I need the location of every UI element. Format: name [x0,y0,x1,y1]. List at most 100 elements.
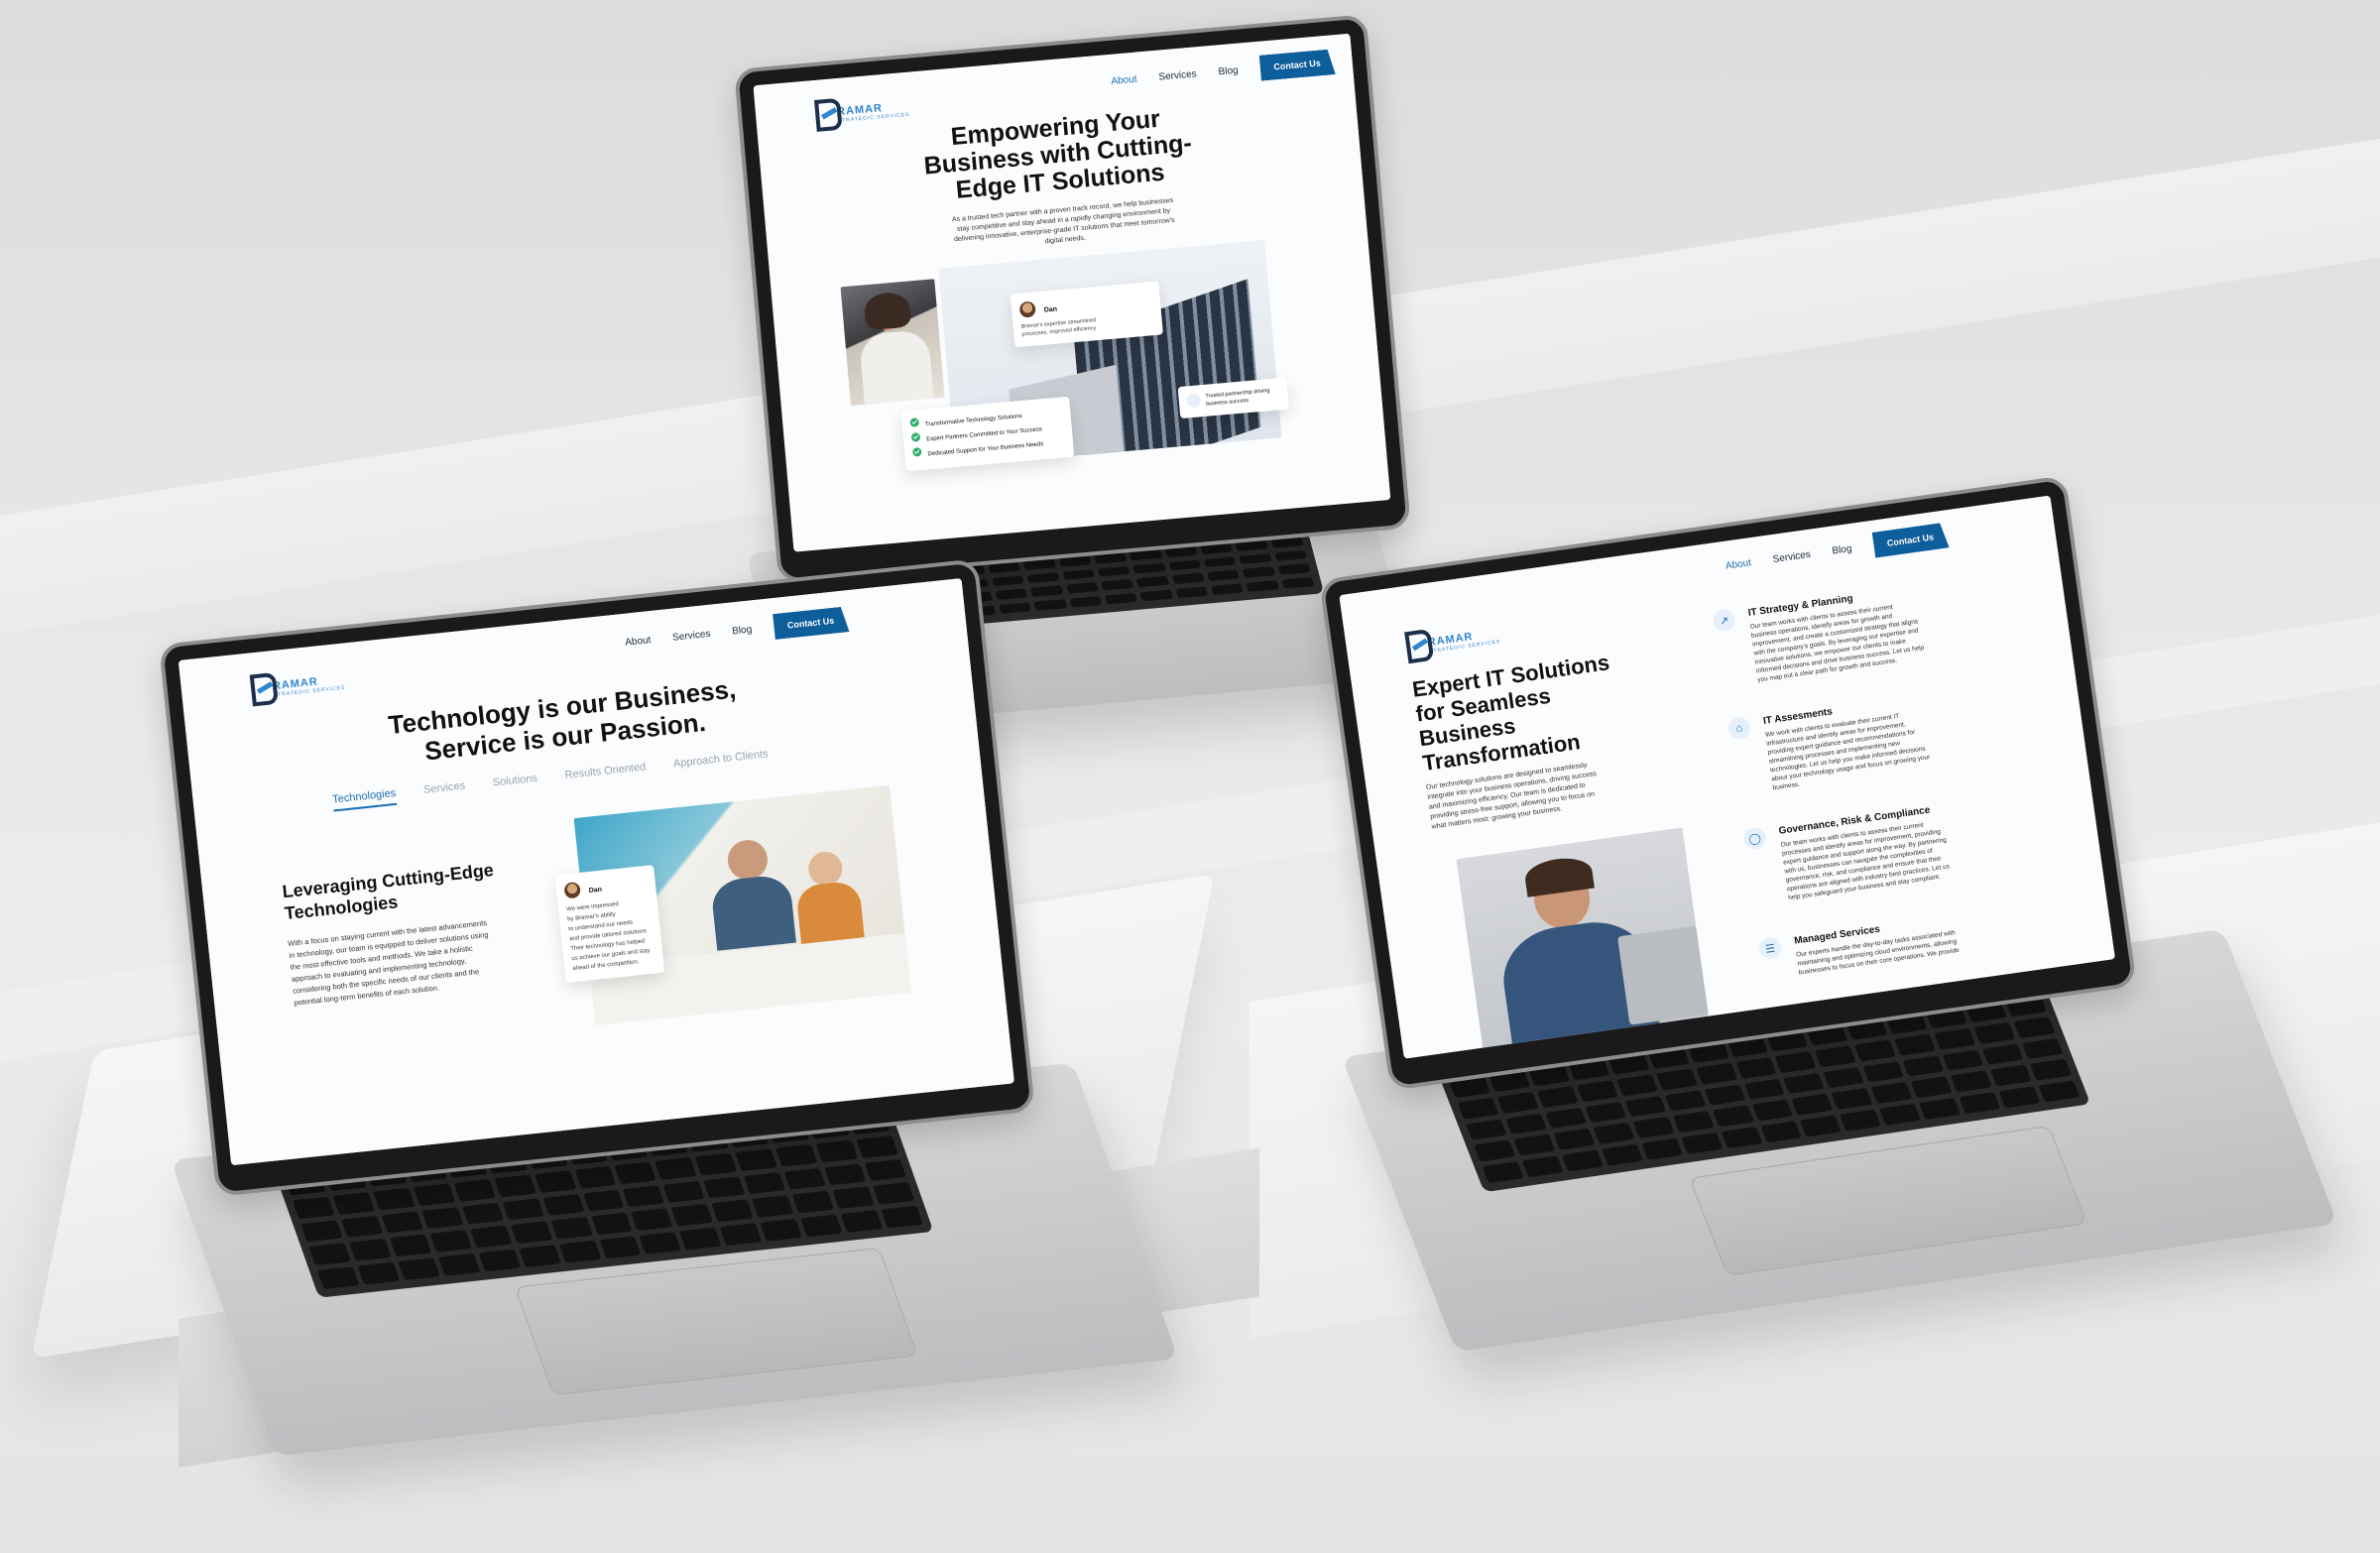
keyboard-key [1973,1021,2016,1044]
keyboard-key [840,1210,884,1233]
keyboard-key [1998,1086,2041,1109]
keyboard-key [873,1182,915,1205]
keyboard-key [1207,569,1241,582]
keyboard-key [357,1261,400,1285]
keyboard-key [671,1204,714,1227]
keyboard-key [1536,1085,1579,1108]
top-nav: About Services Blog Contact Us [624,606,850,655]
avatar [563,881,581,899]
keyboard-key [760,1219,803,1242]
nav-blog[interactable]: Blog [1218,64,1239,77]
keyboard-key [413,1183,456,1206]
database-icon: ☰ [1757,935,1783,961]
keyboard-key [1751,1099,1794,1122]
benefits-checklist: Transformative Technology Solutions Expe… [900,396,1075,472]
tab-technologies[interactable]: Technologies [331,786,398,812]
keyboard-key [389,1234,432,1257]
tab-solutions[interactable]: Solutions [492,773,538,795]
brand-logo[interactable]: RAMAR STRATEGIC SERVICES [814,92,910,126]
keyboard-key [1210,583,1244,596]
keyboard-key [300,1219,343,1243]
nav-services[interactable]: Services [672,628,711,643]
keyboard-key [1655,1068,1698,1091]
keyboard-key [332,1191,375,1215]
keyboard-key [1894,1033,1937,1056]
keyboard-key [574,1165,617,1189]
brand-logo[interactable]: RAMAR STRATEGIC SERVICES [1404,619,1501,657]
keyboard-key [2030,1059,2073,1081]
keyboard-key [1593,1123,1635,1145]
service-item: ↗ IT Strategy & Planning Our team works … [1712,567,2047,688]
check-icon [909,418,920,427]
keyboard-key [2021,1037,2064,1060]
keyboard-key [743,1171,786,1195]
keyboard-key [735,1148,777,1171]
brand-logo-mark [1404,629,1429,657]
keyboard-key [1695,1062,1737,1085]
shield-icon: ◯ [1742,825,1767,851]
keyboard-key [1712,1105,1754,1128]
tab-services[interactable]: Services [422,780,466,802]
home-icon: ⌂ [1726,716,1752,741]
keyboard-key [1681,1133,1723,1154]
contact-us-button[interactable]: Contact Us [1871,522,1949,557]
testimonial-name: Dan [588,886,603,895]
keyboard-key [1496,1091,1539,1114]
brand-logo[interactable]: RAMAR STRATEGIC SERVICES [250,665,345,701]
keyboard-key [1871,1082,1913,1105]
keyboard-key [614,1161,657,1184]
keyboard-key [1513,1134,1556,1156]
keyboard-key [373,1187,416,1211]
keyboard-key [599,1236,642,1259]
tab-results-oriented[interactable]: Results Oriented [564,761,647,786]
keyboard-key [639,1232,682,1254]
woman-on-phone-photo [840,279,945,407]
nav-blog[interactable]: Blog [732,624,753,637]
keyboard-key [1831,1088,1873,1111]
keyboard-key [623,1184,665,1208]
laptop-left-lid: RAMAR STRATEGIC SERVICES About Services … [159,558,1035,1197]
testimonial-card: Dan We were impressed by Bramar's abilit… [554,865,665,983]
top-nav: About Services Blog Contact Us [1724,522,1949,578]
keyboard-key [1242,566,1275,579]
section-title: Leveraging Cutting-Edge Technologies [282,859,497,924]
keyboard-key [1840,1109,1882,1132]
contact-us-button[interactable]: Contact Us [1258,49,1335,80]
keyboard-key [582,1189,625,1212]
keyboard-key [1273,549,1308,562]
keyboard-key [1601,1143,1643,1166]
keyboard-key [1862,1060,1905,1083]
keyboard-key [881,1205,923,1229]
service-item: ☰ Managed Services Our experts handle th… [1757,896,2088,981]
keyboard-key [1823,1066,1865,1089]
keyboard-key [775,1143,818,1167]
nav-about[interactable]: About [625,635,652,649]
keyboard-key [478,1249,521,1272]
keyboard-key [832,1186,875,1210]
nav-services[interactable]: Services [1158,68,1197,82]
hero-title: Expert IT Solutions for Seamless Busines… [1411,650,1621,776]
nav-about[interactable]: About [1111,73,1137,86]
keyboard-key [703,1176,746,1199]
keyboard-key [398,1257,440,1281]
keyboard-key [1576,1080,1618,1102]
nav-about[interactable]: About [1725,557,1751,572]
keyboard-key [783,1167,826,1190]
laptop-top-screen: RAMAR STRATEGIC SERVICES About Services … [753,33,1391,552]
nav-services[interactable]: Services [1772,548,1812,564]
keyboard-key [1246,580,1279,592]
nav-blog[interactable]: Blog [1832,542,1852,556]
keyboard-key [679,1227,722,1251]
support-agent-photo [1456,827,1711,1056]
keyboard-key [1760,1121,1802,1143]
keyboard-key [1175,586,1209,599]
site-services: RAMAR STRATEGIC SERVICES About Services … [1339,495,2115,1059]
keyboard-key [791,1191,835,1214]
site-home: RAMAR STRATEGIC SERVICES About Services … [753,33,1391,552]
keyboard-key [1704,1084,1746,1106]
keyboard-key [1239,552,1272,565]
keyboard-key [1632,1117,1675,1139]
tab-approach-to-clients[interactable]: Approach to Clients [672,748,769,776]
contact-us-button[interactable]: Contact Us [773,606,850,640]
keyboard-key [1934,1027,1976,1050]
